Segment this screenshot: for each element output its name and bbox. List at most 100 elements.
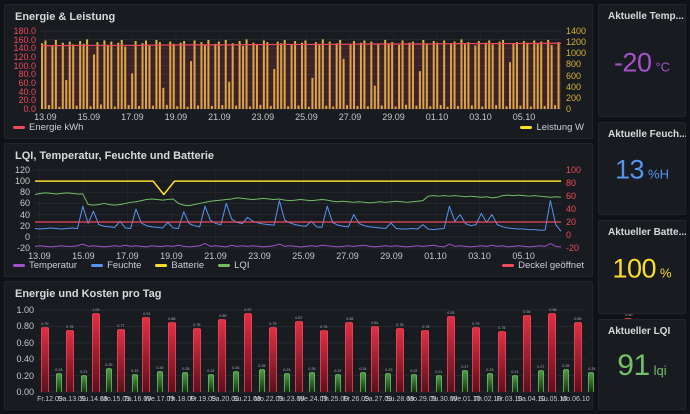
bar-group-su-21-09[interactable]: 0.79 0.23 [267, 306, 292, 392]
energie-bar-rect [40, 327, 49, 392]
energie-bar-rect [522, 315, 531, 392]
energie-bar-rect [193, 328, 202, 392]
y-axis-left-tick: -20 [16, 243, 30, 253]
bar-group-we-24-09[interactable]: 0.85 0.24 [344, 306, 369, 392]
legend-item-deckel-ge-ffnet[interactable]: Deckel geöffnet [502, 260, 584, 271]
energie-bar-rect [421, 329, 430, 392]
bar-value-label: 0.78 [193, 323, 201, 328]
bar-group-tu-16-09[interactable]: 0.91 0.26 [141, 306, 166, 392]
bar-value-label: 1.00 [91, 308, 100, 312]
kosten-bar-rect [360, 372, 367, 392]
legend-item-leistung-w[interactable]: Leistung W [520, 122, 584, 133]
energie-bar: 0.86 [166, 306, 178, 392]
bar-group-sa-13-09[interactable]: 0.76 0.21 [64, 306, 89, 392]
kosten-bar-rect [258, 369, 265, 392]
bar-group-mo-15-09[interactable]: 0.77 0.22 [115, 306, 140, 392]
energie-bar-rect [345, 322, 354, 392]
energie-bar: 0.79 [39, 306, 51, 392]
bar-value-label: 0.26 [232, 365, 240, 370]
bar-group-we-01-10[interactable]: 0.94 0.27 [521, 306, 546, 392]
temperature-unit: °C [655, 59, 671, 75]
kosten-bar: 0.26 [230, 306, 242, 392]
bar-group-su-28-09[interactable]: 0.93 0.27 [445, 306, 470, 392]
bar-value-label: 0.21 [511, 370, 519, 374]
battery-unit: % [660, 265, 672, 281]
y-axis-right-tick: 200 [566, 92, 582, 103]
kosten-bar-rect [512, 374, 519, 392]
bar-group-su-14-09[interactable]: 1.00 0.29 [90, 306, 115, 392]
energie-bar-rect [396, 328, 405, 392]
stat-value-battery: 100 % [599, 253, 685, 284]
kosten-bar: 0.25 [180, 306, 192, 392]
bar-group-sa-27-09[interactable]: 0.76 0.21 [420, 306, 445, 392]
kosten-bar-rect [131, 373, 138, 392]
energie-bar: 0.77 [115, 306, 127, 392]
bar-group-fr-19-09[interactable]: 0.89 0.26 [217, 306, 242, 392]
bar-value-label: 0.23 [384, 368, 393, 373]
y-axis-tick: 0.60 [16, 337, 34, 348]
y-axis-tick: 0.80 [16, 321, 34, 332]
bar-group-fr-26-09[interactable]: 0.78 0.22 [394, 306, 419, 392]
battery-value: 100 [612, 253, 656, 284]
y-axis-left-tick: 0.0 [23, 104, 36, 114]
y-axis-left-tick: 100 [14, 176, 30, 187]
kosten-bar-rect [334, 373, 341, 392]
stat-title-temperature[interactable]: Aktuelle Temp... [608, 11, 684, 22]
bar-group-th-25-09[interactable]: 0.81 0.23 [369, 306, 394, 392]
legend-marker [502, 264, 515, 267]
bar-value-label: 0.79 [41, 322, 49, 327]
x-axis-tick: 27.09 [338, 112, 362, 122]
bar-group-th-02-10[interactable]: 0.98 0.28 [547, 306, 572, 392]
stat-title-humidity[interactable]: Aktuelle Feuch... [608, 129, 686, 140]
kosten-bar: 0.28 [256, 306, 268, 392]
bar-value-label: 0.97 [244, 308, 252, 312]
bar-value-label: 0.76 [320, 325, 328, 329]
legend-leistung: Leistung W [13, 122, 584, 133]
bar-value-label: 0.93 [447, 311, 455, 315]
bar-value-label: 0.94 [523, 310, 531, 315]
energie-bar: 0.97 [242, 306, 254, 392]
bar-value-label: 0.25 [308, 366, 316, 371]
bar-group-we-17-09[interactable]: 0.86 0.25 [166, 306, 191, 392]
kosten-bar: 0.27 [535, 306, 547, 392]
x-axis-tick: 23.09 [251, 112, 275, 122]
bar-group-fr-03-10[interactable]: 0.85 0.25 [572, 306, 597, 392]
lqi-unit: lqi [653, 363, 667, 379]
energie-bar: 0.85 [572, 306, 584, 392]
bar-value-label: 0.22 [207, 369, 215, 373]
bar-group-tu-23-09[interactable]: 0.76 0.22 [318, 306, 343, 392]
kosten-bar-rect [207, 373, 214, 392]
stat-panel-temperature: Aktuelle Temp... -20 °C [598, 4, 686, 117]
bar-value-label: 0.75 [497, 325, 506, 330]
bar-value-label: 0.23 [486, 368, 494, 373]
humidity-value: 13 [615, 154, 645, 185]
panel-energie-leistung: Energie & Leistung 0.0 20.0 40.0 60.0 80.0 10… [4, 4, 593, 139]
bar-group-fr-12-09[interactable]: 0.79 0.23 [39, 306, 64, 392]
bar-value-label: 0.25 [587, 366, 596, 371]
stat-title-battery[interactable]: Aktueller Batte... [608, 227, 686, 238]
kosten-bar-rect [537, 369, 544, 392]
bar-group-tu-30-09[interactable]: 0.75 0.21 [496, 306, 521, 392]
lqi-temp-plot[interactable]: -20 0 20 40 60 80 100 120 -20 0 20 40 60 80 100 13.09 15… [5, 144, 594, 278]
bar-group-mo-29-09[interactable]: 0.79 0.23 [470, 306, 495, 392]
energie-bar: 0.98 [547, 306, 559, 392]
bar-group-sa-20-09[interactable]: 0.97 0.28 [242, 306, 267, 392]
legend-label: Deckel geöffnet [518, 260, 584, 271]
stat-value-humidity: 13 %H [599, 155, 685, 186]
energie-bar-rect [66, 329, 75, 392]
energie-bar: 0.81 [369, 306, 381, 392]
kosten-bar-rect [106, 368, 113, 392]
energie-kosten-plot[interactable]: 0.00 0.20 0.40 0.60 0.80 1.00 0.79 0.23 0.76 0.21… [5, 282, 671, 411]
kosten-bar-rect [283, 373, 290, 392]
kosten-bar: 0.23 [383, 306, 395, 392]
bar-value-label: 0.23 [283, 368, 291, 373]
bar-group-th-18-09[interactable]: 0.78 0.22 [191, 306, 216, 392]
bar-value-label: 0.90 [624, 313, 633, 318]
energie-bar-rect [142, 317, 151, 392]
stat-title-lqi[interactable]: Aktueller LQI [608, 326, 670, 337]
legend-deckel: Deckel geöffnet [13, 260, 584, 271]
bar-group-mo-22-09[interactable]: 0.87 0.25 [293, 306, 318, 392]
y-axis-right-tick: 1000 [566, 48, 587, 59]
energie-bar: 0.85 [344, 306, 356, 392]
energie-leistung-plot[interactable]: 0.0 20.0 40.0 60.0 80.0 100.0 120.0 140.0 160.0 1… [5, 5, 594, 140]
